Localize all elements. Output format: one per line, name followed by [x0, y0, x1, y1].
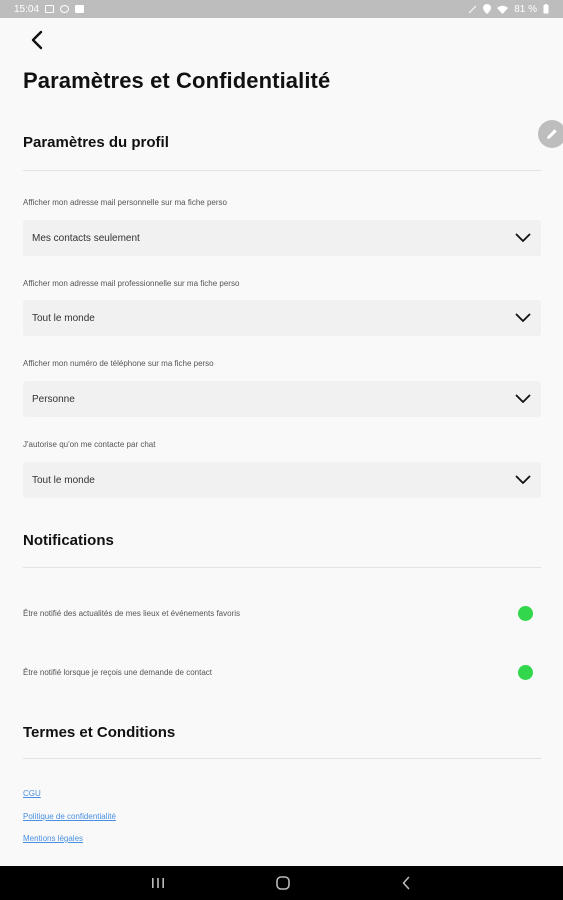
- email-pro-label: Afficher mon adresse mail professionnell…: [23, 279, 240, 288]
- recent-apps-icon: [152, 878, 164, 888]
- chevron-left-icon: [31, 30, 43, 50]
- email-personal-value: Mes contacts seulement: [32, 232, 140, 244]
- chat-select[interactable]: Tout le monde: [23, 462, 541, 498]
- notifications-divider: [23, 567, 541, 568]
- recent-apps-button[interactable]: [138, 866, 178, 900]
- chat-label: J'autorise qu'on me contacte par chat: [23, 440, 156, 449]
- notif-favorites-label: Être notifié des actualités de mes lieux…: [23, 609, 240, 618]
- battery-level: 81 %: [514, 3, 537, 15]
- notif-favorites-toggle[interactable]: [518, 606, 533, 621]
- phone-value: Personne: [32, 393, 75, 405]
- page-title: Paramètres et Confidentialité: [23, 68, 331, 93]
- signal-off-icon: [468, 5, 477, 13]
- battery-icon: [543, 4, 549, 14]
- chevron-down-icon: [515, 394, 531, 403]
- notif-contact-label: Être notifié lorsque je reçois une deman…: [23, 668, 213, 677]
- profile-divider: [23, 170, 541, 171]
- chat-value: Tout le monde: [32, 474, 95, 486]
- email-personal-label: Afficher mon adresse mail personnelle su…: [23, 198, 227, 207]
- legal-notice-link[interactable]: Mentions légales: [23, 834, 83, 843]
- notifications-section-title: Notifications: [23, 532, 114, 549]
- phone-select[interactable]: Personne: [23, 381, 541, 417]
- status-time: 15:04: [14, 3, 40, 15]
- email-personal-select[interactable]: Mes contacts seulement: [23, 220, 541, 256]
- notif-contact-toggle[interactable]: [518, 665, 533, 680]
- location-icon: [483, 4, 492, 14]
- edit-button[interactable]: [538, 120, 563, 148]
- back-icon: [402, 876, 410, 890]
- check-notification-icon: [75, 5, 85, 13]
- wifi-icon: [497, 5, 509, 14]
- cgu-link[interactable]: CGU: [23, 789, 41, 798]
- image-notification-icon: [45, 5, 55, 13]
- terms-section-title: Termes et Conditions: [23, 724, 176, 741]
- privacy-policy-link[interactable]: Politique de confidentialité: [23, 812, 116, 821]
- pencil-icon: [547, 129, 557, 139]
- system-nav-bar: [0, 866, 563, 900]
- status-bar: 15:04 81 %: [0, 0, 563, 18]
- chevron-down-icon: [515, 233, 531, 242]
- chevron-down-icon: [515, 313, 531, 322]
- email-pro-value: Tout le monde: [32, 312, 95, 324]
- email-pro-select[interactable]: Tout le monde: [23, 300, 541, 336]
- terms-divider: [23, 758, 541, 759]
- notification-icon: [60, 5, 70, 13]
- system-back-button[interactable]: [386, 866, 426, 900]
- home-button[interactable]: [263, 866, 303, 900]
- phone-label: Afficher mon numéro de téléphone sur ma …: [23, 359, 214, 368]
- home-icon: [276, 876, 290, 890]
- back-button[interactable]: [24, 26, 52, 54]
- profile-section-title: Paramètres du profil: [23, 134, 169, 151]
- chevron-down-icon: [515, 475, 531, 484]
